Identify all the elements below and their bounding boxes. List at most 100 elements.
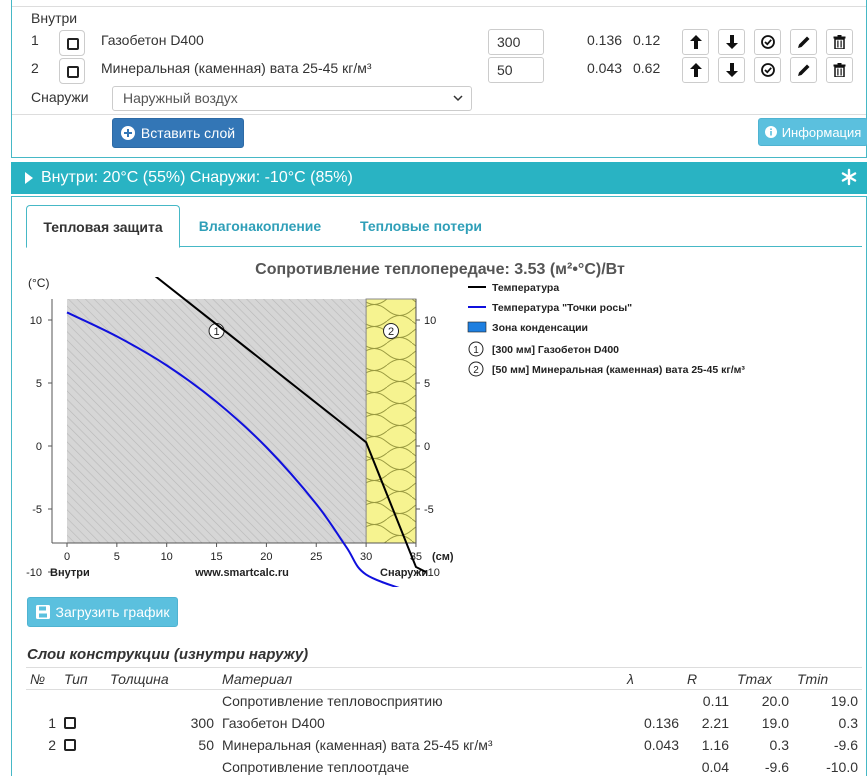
cell-type (60, 756, 106, 778)
legend-label: [300 мм] Газобетон D400 (492, 344, 619, 356)
y-tick-label-right: 5 (424, 378, 430, 390)
table-row: 2 50 Минеральная (каменная) вата 25-45 кг/… (26, 734, 862, 756)
move-down-button[interactable] (718, 29, 745, 55)
y-tick-label-right: 10 (424, 315, 436, 327)
outside-label: Снаружи (31, 89, 89, 105)
col-number: № (26, 667, 60, 690)
arrow-up-icon (689, 35, 702, 49)
check-circle-icon (760, 63, 775, 77)
legend-label: Температура "Точки росы" (492, 302, 632, 314)
table-row: 1 300 Газобетон D400 0.136 2.21 19.0 0.3 (26, 712, 862, 734)
edit-button[interactable] (790, 57, 817, 83)
cell-tmin: -9.6 (833, 736, 858, 753)
arrow-down-icon (725, 35, 738, 49)
cell-type (60, 690, 106, 712)
x-tick-label: 5 (114, 551, 120, 563)
layer-type-icon (64, 738, 76, 751)
move-up-button[interactable] (682, 29, 709, 55)
layer-r: 0.62 (633, 60, 661, 76)
col-tmax: Tmax (733, 667, 793, 690)
col-material: Материал (218, 667, 623, 690)
asterisk-icon[interactable] (840, 168, 858, 186)
y-tick-label-left: -5 (32, 504, 42, 516)
tab-moisture[interactable]: Влагонакопление (186, 205, 334, 247)
tab-bar: Тепловая защита Влагонакопление Тепловые… (26, 205, 862, 248)
tab-thermal-protection[interactable]: Тепловая защита (26, 205, 180, 248)
cell-thickness: 300 (190, 714, 214, 731)
col-tmin: Tmin (793, 667, 862, 690)
move-down-button[interactable] (718, 57, 745, 83)
layer-material: Минеральная (каменная) вата 25-45 кг/м³ (101, 60, 372, 76)
y-tick-label-left: 0 (36, 441, 42, 453)
layer-thickness-input[interactable] (488, 29, 544, 55)
cell-type (60, 734, 106, 756)
plus-circle-icon (120, 126, 135, 140)
cell-thickness (106, 756, 218, 778)
cell-number (26, 756, 60, 778)
cell-material: Минеральная (каменная) вата 25-45 кг/м³ (222, 736, 493, 753)
insert-layer-button[interactable]: Вставить слой (112, 118, 244, 148)
cell-tmax: -9.6 (764, 758, 789, 775)
legend-marker-label: 2 (473, 365, 479, 376)
col-thickness: Толщина (106, 667, 218, 690)
cell-tmax: 0.3 (769, 736, 789, 753)
cell-tmin: -10.0 (826, 758, 858, 775)
table-row: Сопротивление тепловосприятию 0.11 20.0 19.… (26, 690, 862, 712)
y-tick-label-left: 5 (36, 378, 42, 390)
layers-table: № Тип Толщина Материал λ R Tmax Tmin Соп… (26, 667, 862, 778)
layer-type-icon (64, 716, 76, 729)
layer-type-checkbox[interactable] (59, 30, 85, 56)
outside-environment-select[interactable]: Наружный воздух (112, 86, 472, 111)
cell-material: Газобетон D400 (222, 714, 325, 731)
layer-thickness-input[interactable] (488, 57, 544, 83)
pencil-icon (797, 64, 809, 76)
cell-thickness: 50 (198, 736, 214, 753)
trash-icon (833, 63, 846, 77)
info-button-label: Информация (781, 124, 862, 140)
y-axis-unit: (°C) (28, 277, 49, 290)
layer-type-checkbox[interactable] (59, 58, 85, 84)
cell-number: 2 (48, 736, 56, 753)
pencil-icon (797, 36, 809, 48)
y-tick-label-left: -10 (26, 567, 42, 579)
x-tick-label: 10 (161, 551, 173, 563)
tab-heat-loss[interactable]: Тепловые потери (344, 205, 498, 247)
cell-tmin: 19.0 (830, 692, 858, 709)
load-chart-label: Загрузить график (55, 604, 170, 620)
cell-thickness (106, 690, 218, 712)
col-r: R (683, 667, 733, 690)
cell-material: Сопротивление теплоотдаче (222, 758, 410, 775)
cell-tmin: 0.3 (838, 714, 858, 731)
structure-panel: Внутри 1 Газобетон D400 0.136 0.12 2 Мин… (11, 0, 867, 158)
chevron-down-icon (453, 95, 463, 102)
cell-r: 1.16 (701, 736, 729, 753)
triangle-right-icon (25, 172, 33, 184)
check-button[interactable] (754, 57, 781, 83)
insert-layer-label: Вставить слой (140, 125, 236, 141)
cell-number (26, 690, 60, 712)
trash-icon (833, 35, 846, 49)
layer-index: 2 (31, 60, 39, 76)
x-tick-label: 30 (360, 551, 372, 563)
edit-button[interactable] (790, 29, 817, 55)
x-left-label: Внутри (50, 567, 90, 579)
layer-material: Газобетон D400 (101, 32, 204, 48)
delete-button[interactable] (826, 57, 853, 83)
delete-button[interactable] (826, 29, 853, 55)
check-button[interactable] (754, 29, 781, 55)
conditions-bar[interactable]: Внутри: 20°C (55%) Снаружи: -10°C (85%) (11, 162, 867, 194)
move-up-button[interactable] (682, 57, 709, 83)
legend-label: Температура (492, 282, 559, 294)
x-tick-label: 25 (310, 551, 322, 563)
legend-label: [50 мм] Минеральная (каменная) вата 25-4… (492, 364, 745, 376)
arrow-up-icon (689, 63, 702, 77)
x-tick-label: 20 (260, 551, 272, 563)
info-button[interactable]: Информация (758, 118, 867, 146)
col-lambda: λ (623, 667, 683, 690)
load-chart-button[interactable]: Загрузить график (27, 597, 178, 627)
table-row: Сопротивление теплоотдаче 0.04 -9.6 -10.0 (26, 756, 862, 778)
cell-type (60, 712, 106, 734)
top-divider (12, 6, 866, 7)
temperature-chart: 122020151510105500-5-5-10-10(°C)05101520… (26, 277, 745, 587)
col-type: Тип (60, 667, 106, 690)
